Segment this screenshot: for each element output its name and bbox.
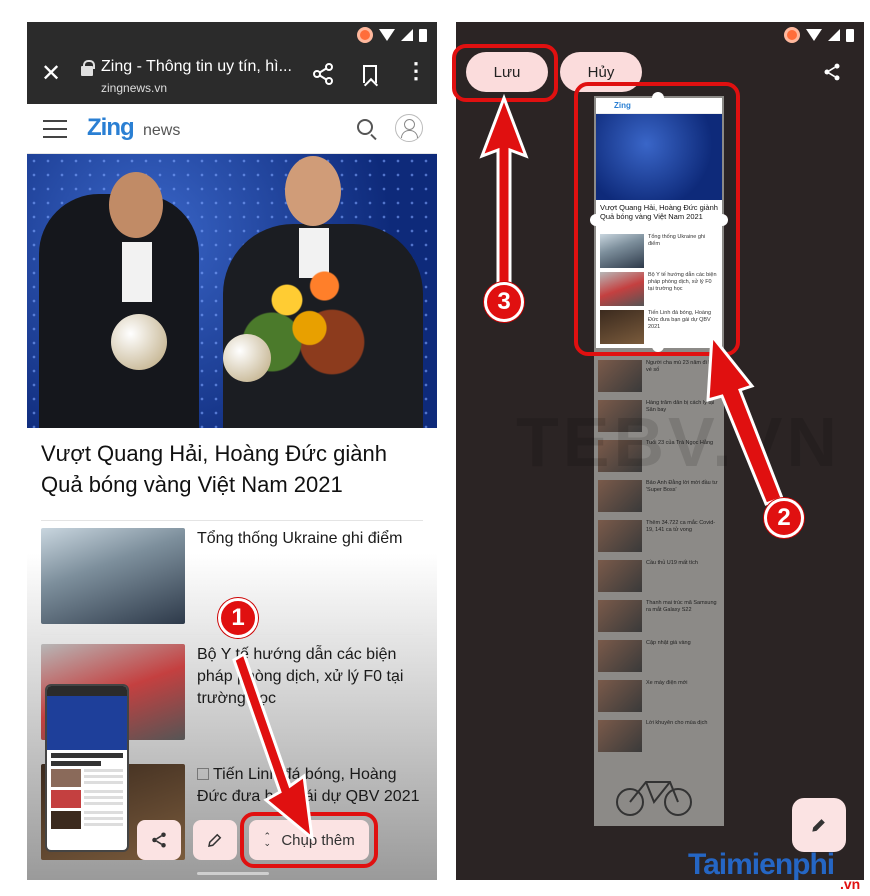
list-item: Lời khuyên cho mùa dịch [598, 720, 720, 754]
edit-button[interactable] [792, 798, 846, 852]
share-button[interactable] [137, 820, 181, 860]
share-icon [152, 832, 166, 848]
more-vert-icon[interactable]: ⋮ [405, 60, 427, 82]
menu-icon[interactable] [43, 120, 67, 138]
list-item: Thanh mai trúc mã Samsung ra mắt Galaxy … [598, 600, 720, 634]
list-item: Cập nhật giá vàng [598, 640, 720, 674]
pencil-icon [812, 819, 825, 832]
gesture-nav-bar[interactable] [197, 872, 269, 875]
list-item: Xe máy điện mới [598, 680, 720, 714]
edit-button[interactable] [193, 820, 237, 860]
search-icon[interactable] [357, 119, 373, 135]
step-badge-2: 2 [764, 498, 804, 538]
article-title[interactable]: Tổng thống Ukraine ghi điểm [197, 528, 421, 550]
step-badge-1: 1 [218, 598, 258, 638]
battery-icon [846, 28, 854, 42]
account-icon[interactable] [395, 114, 423, 142]
divider [41, 520, 423, 521]
bicycle-image [616, 781, 692, 816]
share-icon[interactable] [311, 62, 335, 86]
list-item: Bảo Anh Đằng lời mời đầu tư 'Super Boss' [598, 480, 720, 514]
lock-icon [81, 60, 95, 76]
close-icon[interactable]: ✕ [41, 62, 61, 86]
screen-record-icon [784, 27, 800, 43]
bookmark-icon[interactable] [363, 65, 377, 83]
article-title[interactable]: Bộ Y tế hướng dẫn các biện pháp phòng dị… [197, 644, 421, 710]
hero-image[interactable] [27, 154, 437, 428]
highlight-preview [574, 82, 740, 356]
wifi-icon [379, 29, 395, 41]
watermark-logo: Taimienphi [688, 848, 835, 881]
screen-record-icon [357, 27, 373, 43]
status-bar [784, 27, 854, 43]
share-icon[interactable] [822, 62, 842, 82]
highlight-capture-more [240, 812, 378, 868]
list-item: Người cha mù 23 năm đi bán vé số [598, 360, 720, 394]
list-item: Cầu thủ U19 mất tích [598, 560, 720, 594]
browser-toolbar: ✕ Zing - Thông tin uy tín, hì... zingnew… [27, 48, 437, 104]
status-bar [27, 22, 437, 48]
article-title[interactable]: Tiến Linh đá bóng, Hoàng Đức đưa bạn gái… [197, 766, 419, 805]
watermark-text: TEBV.VN [516, 403, 841, 481]
highlight-save [452, 44, 558, 102]
page-url[interactable]: zingnews.vn [101, 81, 167, 95]
article-title-wrapper[interactable]: Tiến Linh đá bóng, Hoàng Đức đưa bạn gái… [197, 764, 421, 808]
site-logo[interactable]: Zing [87, 114, 135, 142]
wifi-icon [806, 29, 822, 41]
list-item: Thêm 34.722 ca mắc Covid-19, 141 ca tử v… [598, 520, 720, 554]
signal-icon [401, 29, 413, 41]
article-headline[interactable]: Vượt Quang Hải, Hoàng Đức giành Quả bóng… [41, 438, 421, 500]
gallery-icon [197, 768, 209, 780]
signal-icon [828, 29, 840, 41]
step-badge-3: 3 [484, 282, 524, 322]
page-title[interactable]: Zing - Thông tin uy tín, hì... [101, 58, 292, 76]
site-header: Zing news [27, 104, 437, 154]
watermark-suffix: .vn [840, 876, 861, 892]
left-phone-screen: ✕ Zing - Thông tin uy tín, hì... zingnew… [27, 22, 437, 880]
site-logo-suffix: news [143, 122, 181, 139]
pencil-icon [208, 833, 222, 847]
battery-icon [419, 28, 427, 42]
article-thumbnail[interactable] [41, 528, 185, 624]
tutorial-image: ✕ Zing - Thông tin uy tín, hì... zingnew… [0, 0, 870, 896]
